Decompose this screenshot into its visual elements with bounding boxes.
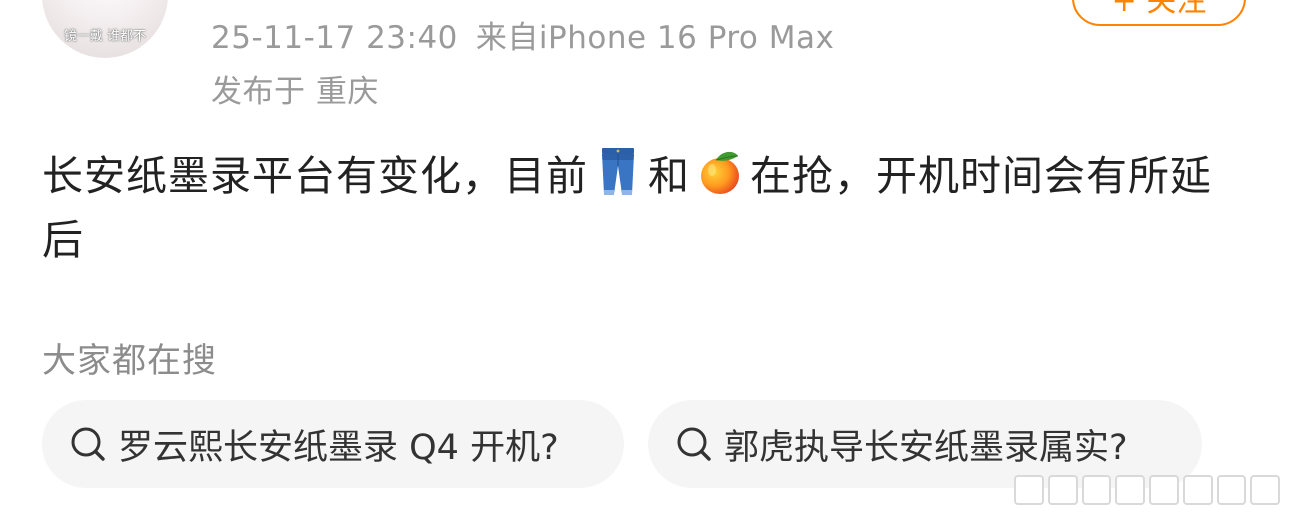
post-meta: 25-11-17 23:40 来自iPhone 16 Pro Max [211,12,834,57]
related-search-item[interactable]: 罗云熙长安纸墨录 Q4 开机? [42,400,624,488]
related-search-label: 大家都在搜 [42,341,217,381]
post-source: 来自iPhone 16 Pro Max [475,20,835,56]
post-timestamp: 25-11-17 23:40 [211,20,458,56]
jeans-emoji [602,148,634,195]
watermark-mark [1047,475,1078,505]
watermark-mark [1182,475,1213,505]
watermark-mark [1115,475,1145,505]
related-search-text: 郭虎执导长安纸墨录属实? [724,427,1128,468]
post-location: 发布于 重庆 [211,74,379,110]
post-text: 长安纸墨录平台有变化，目前 和 在抢，开机时间会有所延后 [42,144,1252,272]
related-search-text: 罗云熙长安纸墨录 Q4 开机? [118,427,559,468]
follow-button[interactable]: + 关注 [1072,0,1246,26]
watermark-mark [1014,475,1044,505]
follow-button-label: + 关注 [1111,0,1207,19]
mango-emoji [701,151,739,194]
watermark-mark [1216,475,1247,505]
post-text-part2: 和 [648,152,690,200]
image-watermark [1014,474,1280,506]
search-icon [71,427,105,461]
watermark-mark [1081,475,1112,505]
weibo-post-page: 镜一戴 谁都不 + 关注 25-11-17 23:40 来自iPhone 16 P… [0,0,1290,521]
watermark-mark [1149,475,1179,505]
search-icon [677,427,711,461]
post-text-part1: 长安纸墨录平台有变化，目前 [42,152,588,200]
avatar[interactable]: 镜一戴 谁都不 [42,0,168,58]
watermark-mark [1250,475,1280,505]
avatar-caption: 镜一戴 谁都不 [63,29,147,44]
